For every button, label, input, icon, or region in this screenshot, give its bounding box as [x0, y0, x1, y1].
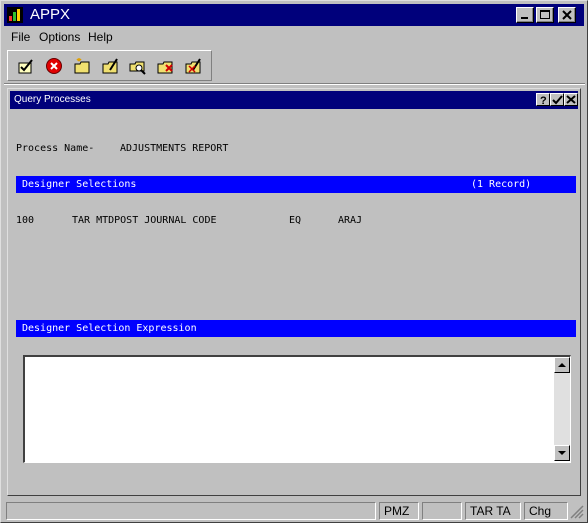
status-pane-application: TAR TA — [465, 502, 521, 520]
svg-text:?: ? — [540, 95, 547, 105]
menubar: File Options Help — [4, 28, 584, 48]
maximize-icon — [540, 10, 550, 19]
scroll-up-button[interactable] — [554, 357, 570, 373]
status-pane-message — [6, 502, 376, 520]
vertical-scrollbar[interactable] — [554, 357, 570, 461]
close-icon — [566, 95, 576, 104]
selection-field: TAR MTDPOST JOURNAL CODE — [72, 215, 217, 226]
menu-help[interactable]: Help — [88, 30, 113, 44]
close-button[interactable] — [558, 7, 576, 23]
status-pane-pmz: PMZ — [379, 502, 419, 520]
selection-seq: 100 — [16, 215, 35, 226]
delete-folder-icon[interactable] — [157, 57, 175, 75]
designer-selections-header: Designer Selections (1 Record) — [16, 176, 576, 193]
record-count: (1 Record) — [471, 179, 532, 190]
process-name-label: Process Name- — [16, 143, 95, 154]
process-name-value: ADJUSTMENTS REPORT — [120, 143, 229, 154]
edit-folder-icon[interactable] — [102, 57, 120, 75]
selection-operator: EQ — [289, 215, 302, 226]
status-pane-blank — [422, 502, 462, 520]
toolbar — [7, 50, 212, 81]
statusbar: PMZ TAR TA Chg — [4, 501, 585, 521]
selection-expression-title: Designer Selection Expression — [22, 323, 197, 334]
menu-options[interactable]: Options — [39, 30, 80, 44]
resize-grip-icon[interactable] — [570, 505, 584, 519]
child-close-button[interactable] — [564, 93, 578, 106]
maximize-button[interactable] — [536, 7, 554, 23]
minimize-button[interactable] — [516, 7, 534, 23]
minimize-icon — [521, 17, 528, 19]
help-icon: ? — [540, 95, 547, 105]
selection-expression-field[interactable] — [23, 355, 571, 463]
child-titlebar[interactable]: Query Processes ? — [10, 91, 578, 109]
arrow-up-icon — [558, 363, 566, 367]
status-pane-mode: Chg — [524, 502, 568, 520]
app-window: APPX File Options Help Query Processes ?… — [0, 0, 588, 523]
selection-expression-header: Designer Selection Expression — [16, 320, 576, 337]
new-folder-icon[interactable] — [74, 57, 92, 75]
check-doc-icon[interactable] — [17, 57, 35, 75]
edit-delete-folder-icon[interactable] — [185, 57, 203, 75]
toolbar-separator — [4, 83, 585, 85]
scroll-down-button[interactable] — [554, 445, 570, 461]
help-button[interactable]: ? — [536, 93, 550, 106]
cancel-icon[interactable] — [45, 57, 63, 75]
accept-button[interactable] — [550, 93, 564, 106]
check-icon — [552, 95, 563, 105]
selection-value: ARAJ — [338, 215, 363, 226]
child-title: Query Processes — [14, 94, 91, 105]
query-processes-window: Query Processes ? Process Name- ADJUSTME… — [7, 88, 581, 496]
close-icon — [562, 10, 572, 20]
arrow-down-icon — [558, 451, 566, 455]
app-title: APPX — [30, 6, 71, 23]
designer-selections-title: Designer Selections — [22, 179, 137, 190]
appx-logo-icon — [7, 7, 23, 23]
search-folder-icon[interactable] — [129, 57, 147, 75]
menu-file[interactable]: File — [11, 30, 30, 44]
app-titlebar[interactable]: APPX — [4, 4, 584, 26]
